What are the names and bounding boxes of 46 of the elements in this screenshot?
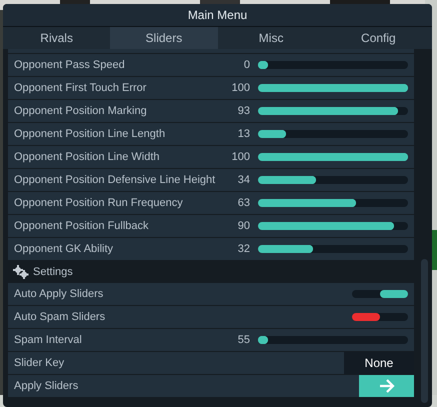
setting-label: Spam Interval — [14, 334, 83, 346]
setting-label: Auto Spam Sliders — [14, 311, 106, 323]
slider-value: 90 — [236, 220, 250, 232]
slider-label: Opponent First Touch Error — [14, 82, 148, 94]
slider-value: 55 — [236, 334, 250, 346]
gears-icon — [13, 264, 29, 278]
tab[interactable]: Sliders — [110, 27, 218, 49]
setting-label: Slider Key — [14, 357, 66, 369]
slider[interactable] — [258, 245, 408, 253]
slider-value: 34 — [236, 174, 250, 186]
slider[interactable] — [258, 130, 408, 138]
arrow-icon — [378, 379, 394, 393]
scrollbar-thumb[interactable] — [421, 259, 428, 403]
slider[interactable] — [258, 84, 408, 92]
tab[interactable]: Misc — [218, 27, 325, 49]
slider-label: Opponent Pass Speed — [14, 59, 126, 71]
slider[interactable] — [258, 153, 408, 161]
section-title: Settings — [33, 266, 73, 278]
slider-value: 0 — [242, 59, 250, 71]
setting-label: Apply Sliders — [14, 380, 80, 392]
toggle-switch[interactable] — [352, 313, 408, 321]
slider-label: Opponent Position Marking — [14, 105, 148, 117]
slider[interactable] — [258, 222, 408, 230]
slider-label: Opponent GK Ability — [14, 243, 114, 255]
slider-label: Opponent Position Defensive Line Height — [14, 174, 216, 186]
tab[interactable]: Rivals — [3, 27, 110, 49]
window-title: Main Menu — [188, 8, 248, 22]
slider-value: 93 — [236, 105, 250, 117]
slider-value: 100 — [230, 82, 250, 94]
slider[interactable] — [258, 61, 408, 69]
slider[interactable] — [258, 199, 408, 207]
slider-label: Opponent Position Line Width — [14, 151, 161, 163]
slider-label: Opponent Position Run Frequency — [14, 197, 184, 209]
slider-label: Opponent Position Fullback — [14, 220, 150, 232]
setting-label: Auto Apply Sliders — [14, 288, 104, 300]
key-button[interactable]: None — [344, 352, 414, 374]
slider-label: Opponent Position Line Length — [14, 128, 166, 140]
tab[interactable]: Config — [324, 27, 432, 49]
slider-value: 13 — [236, 128, 250, 140]
slider[interactable] — [258, 176, 408, 184]
slider[interactable] — [258, 107, 408, 115]
slider-value: 100 — [230, 151, 250, 163]
slider[interactable] — [258, 336, 408, 344]
slider-value: 32 — [236, 243, 250, 255]
slider-value: 63 — [236, 197, 250, 209]
toggle-switch[interactable] — [352, 290, 408, 298]
